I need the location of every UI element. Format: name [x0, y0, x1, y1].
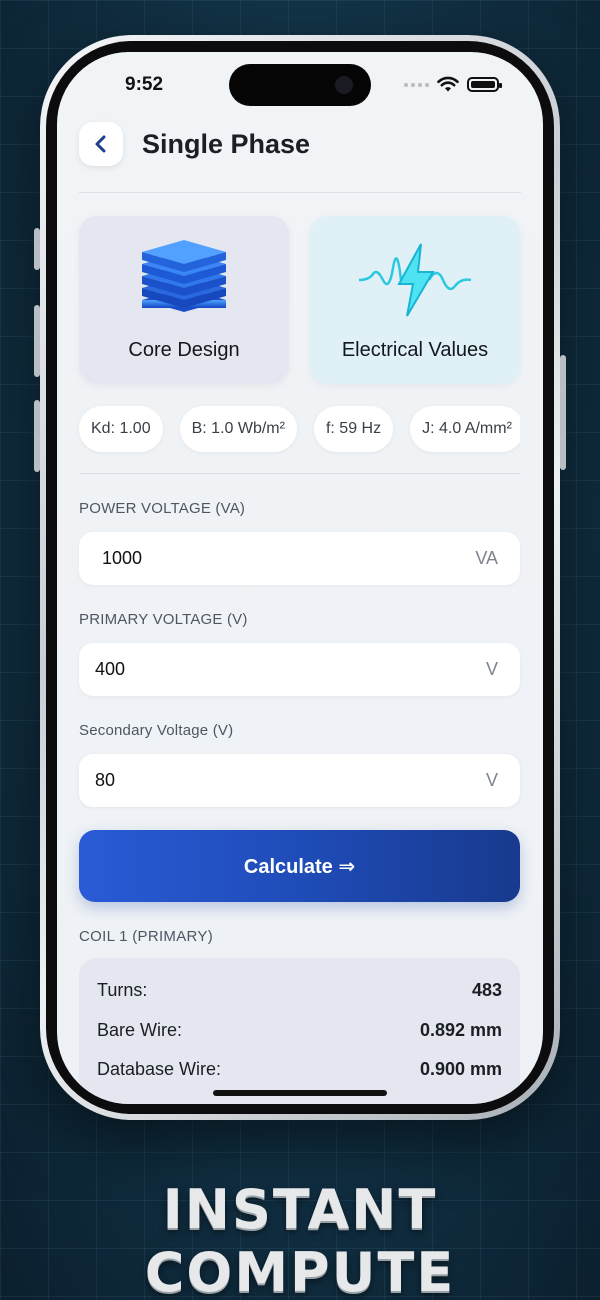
app-screen: 9:52 Single Phase Core Design Electrical…	[57, 52, 543, 1104]
secondary-voltage-label: Secondary Voltage (V)	[79, 722, 234, 739]
page-title: Single Phase	[142, 128, 311, 159]
chips-divider	[79, 473, 521, 474]
chip-b[interactable]: B: 1.0 Wb/m²	[179, 406, 297, 452]
calculate-button[interactable]: Calculate ⇒	[79, 830, 520, 902]
result-row-turns: Turns: 483	[97, 980, 502, 1001]
primary-voltage-label: PRIMARY VOLTAGE (V)	[79, 611, 248, 628]
lightning-wave-icon	[358, 243, 472, 317]
core-design-card[interactable]: Core Design	[79, 216, 289, 384]
power-voltage-value: 1000	[102, 548, 143, 568]
promo-tagline: INSTANT COMPUTE	[144, 1178, 456, 1300]
volume-up-button	[34, 305, 40, 377]
wifi-icon	[437, 76, 459, 92]
result-value: 0.892 mm	[419, 1020, 502, 1040]
mute-switch	[34, 228, 40, 270]
header: Single Phase	[79, 122, 310, 166]
coil-1-title: COIL 1 (PRIMARY)	[79, 928, 213, 945]
primary-voltage-unit: V	[485, 659, 498, 679]
power-voltage-field[interactable]: 1000 VA	[79, 532, 520, 585]
result-value: 0.900 mm	[419, 1059, 502, 1079]
power-voltage-label: POWER VOLTAGE (VA)	[79, 500, 246, 517]
status-time: 9:52	[125, 74, 164, 95]
electrical-values-label: Electrical Values	[341, 339, 489, 361]
secondary-voltage-value: 80	[95, 770, 116, 790]
back-button[interactable]	[79, 122, 123, 166]
power-voltage-unit: VA	[475, 548, 498, 568]
chip-kd[interactable]: Kd: 1.00	[79, 406, 163, 452]
result-label: Turns:	[97, 980, 148, 1000]
chip-f[interactable]: f: 59 Hz	[313, 406, 394, 452]
parameter-chips: Kd: 1.00 B: 1.0 Wb/m² f: 59 Hz J: 4.0 A/…	[57, 392, 520, 472]
secondary-voltage-field[interactable]: 80 V	[79, 754, 520, 807]
result-label: Bare Wire:	[97, 1020, 183, 1040]
core-design-label: Core Design	[128, 339, 240, 361]
home-indicator[interactable]	[213, 1090, 387, 1096]
volume-down-button	[34, 400, 40, 472]
dynamic-island	[229, 64, 371, 106]
primary-voltage-value: 400	[95, 659, 126, 679]
primary-voltage-field[interactable]: 400 V	[79, 643, 520, 696]
electrical-values-card[interactable]: Electrical Values	[310, 216, 520, 384]
core-stack-icon	[142, 240, 226, 312]
result-row-bare-wire: Bare Wire: 0.892 mm	[97, 1020, 502, 1041]
secondary-voltage-unit: V	[485, 770, 498, 790]
status-icons	[404, 76, 502, 93]
chip-j[interactable]: J: 4.0 A/mm²	[410, 406, 520, 452]
header-divider	[79, 192, 521, 193]
result-row-database-wire: Database Wire: 0.900 mm	[97, 1059, 502, 1080]
result-label: Database Wire:	[97, 1059, 222, 1079]
battery-icon	[467, 77, 502, 92]
signal-dots-icon	[404, 82, 429, 87]
chevron-left-icon	[95, 135, 106, 153]
result-value: 483	[471, 980, 502, 1000]
coil-1-results: Turns: 483 Bare Wire: 0.892 mm Database …	[79, 958, 520, 1104]
power-button	[560, 355, 566, 470]
